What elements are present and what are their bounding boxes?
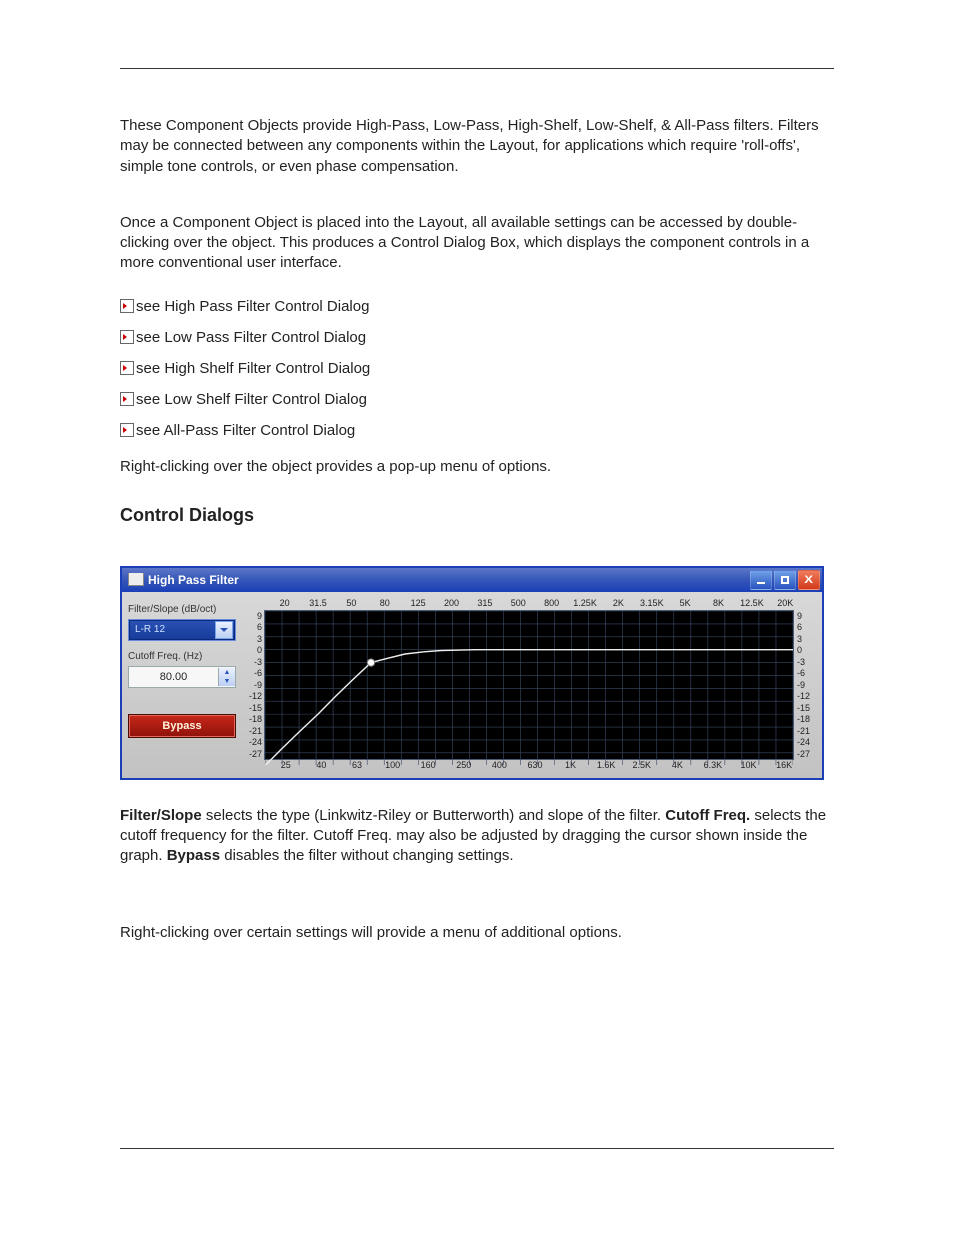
see-link[interactable]: see High Shelf Filter Control Dialog (120, 360, 834, 377)
cutoff-freq-label: Cutoff Freq. (Hz) (128, 651, 236, 662)
section-title: Control Dialogs (120, 505, 834, 526)
link-arrow-icon (120, 299, 134, 313)
see-link-label: see Low Pass Filter Control Dialog (136, 329, 366, 346)
y-tick: 6 (794, 621, 816, 633)
high-pass-filter-dialog: High Pass Filter X Filter/Slope (dB/oct)… (120, 566, 824, 780)
x-tick-top: 125 (402, 598, 435, 610)
cutoff-freq-value: 80.00 (129, 671, 218, 683)
dialog-title: High Pass Filter (148, 573, 239, 587)
close-button[interactable]: X (798, 570, 820, 590)
context-menu-note: Right-clicking over the object provides … (120, 457, 834, 477)
y-tick: -24 (794, 737, 816, 749)
y-tick: -9 (794, 679, 816, 691)
intro-paragraph-2: Once a Component Object is placed into t… (120, 213, 834, 274)
y-tick: 9 (794, 610, 816, 622)
y-tick: -9 (242, 679, 264, 691)
x-tick-top: 20K (769, 598, 802, 610)
y-tick: 3 (242, 633, 264, 645)
y-tick: 3 (794, 633, 816, 645)
y-tick: -6 (242, 667, 264, 679)
x-tick-top: 50 (335, 598, 368, 610)
filter-description: Filter/Slope selects the type (Linkwitz-… (120, 806, 834, 867)
x-tick-top: 1.25K (568, 598, 601, 610)
see-link[interactable]: see Low Pass Filter Control Dialog (120, 329, 834, 346)
x-tick-top: 12.5K (735, 598, 768, 610)
stepper-buttons[interactable]: ▲▼ (218, 668, 235, 686)
x-tick-top: 80 (368, 598, 401, 610)
see-link-label: see All-Pass Filter Control Dialog (136, 422, 355, 439)
dialog-titlebar[interactable]: High Pass Filter X (122, 568, 822, 592)
y-tick: -15 (794, 702, 816, 714)
see-link-label: see Low Shelf Filter Control Dialog (136, 391, 367, 408)
filter-slope-value: L-R 12 (135, 624, 165, 635)
y-tick: 0 (794, 644, 816, 656)
x-tick-top: 200 (435, 598, 468, 610)
link-arrow-icon (120, 330, 134, 344)
link-arrow-icon (120, 392, 134, 406)
y-tick: 0 (242, 644, 264, 656)
y-tick: -12 (242, 690, 264, 702)
y-tick: -15 (242, 702, 264, 714)
window-icon (128, 573, 144, 586)
y-tick: -18 (794, 714, 816, 726)
bypass-label: Bypass (162, 720, 201, 732)
see-links-list: see High Pass Filter Control Dialog see … (120, 298, 834, 439)
see-link[interactable]: see Low Shelf Filter Control Dialog (120, 391, 834, 408)
y-tick: -21 (242, 725, 264, 737)
x-tick-top: 20 (268, 598, 301, 610)
see-link[interactable]: see High Pass Filter Control Dialog (120, 298, 834, 315)
see-link-label: see High Pass Filter Control Dialog (136, 298, 369, 315)
x-tick-top: 2K (602, 598, 635, 610)
cutoff-term: Cutoff Freq. (665, 807, 750, 824)
chevron-down-icon[interactable] (215, 621, 233, 639)
see-link-label: see High Shelf Filter Control Dialog (136, 360, 370, 377)
bypass-term: Bypass (167, 847, 220, 864)
y-tick: 9 (242, 610, 264, 622)
y-tick: -3 (242, 656, 264, 668)
filter-slope-desc: selects the type (Linkwitz-Riley or Butt… (202, 807, 666, 824)
x-tick-top: 31.5 (301, 598, 334, 610)
filter-slope-label: Filter/Slope (dB/oct) (128, 604, 236, 615)
cutoff-freq-stepper[interactable]: 80.00 ▲▼ (128, 666, 236, 688)
response-graph[interactable]: 2031.550801252003155008001.25K2K3.15K5K8… (242, 598, 816, 772)
right-click-note: Right-clicking over certain settings wil… (120, 923, 834, 943)
x-tick-top: 8K (702, 598, 735, 610)
y-tick: 6 (242, 621, 264, 633)
x-tick-top: 500 (502, 598, 535, 610)
maximize-button[interactable] (774, 570, 796, 590)
x-tick-top: 5K (669, 598, 702, 610)
y-tick: -24 (242, 737, 264, 749)
minimize-button[interactable] (750, 570, 772, 590)
bypass-desc: disables the filter without changing set… (220, 847, 514, 864)
see-link[interactable]: see All-Pass Filter Control Dialog (120, 422, 834, 439)
y-tick: -3 (794, 656, 816, 668)
link-arrow-icon (120, 361, 134, 375)
filter-slope-term: Filter/Slope (120, 807, 202, 824)
y-tick: -6 (794, 667, 816, 679)
x-tick-top: 3.15K (635, 598, 668, 610)
filter-slope-select[interactable]: L-R 12 (128, 619, 236, 641)
y-tick: -27 (794, 748, 816, 760)
y-tick: -21 (794, 725, 816, 737)
link-arrow-icon (120, 423, 134, 437)
x-tick-top: 315 (468, 598, 501, 610)
bypass-button[interactable]: Bypass (128, 714, 236, 738)
y-tick: -12 (794, 690, 816, 702)
x-tick-top: 800 (535, 598, 568, 610)
y-tick: -18 (242, 714, 264, 726)
intro-paragraph-1: These Component Objects provide High-Pas… (120, 116, 834, 177)
y-tick: -27 (242, 748, 264, 760)
